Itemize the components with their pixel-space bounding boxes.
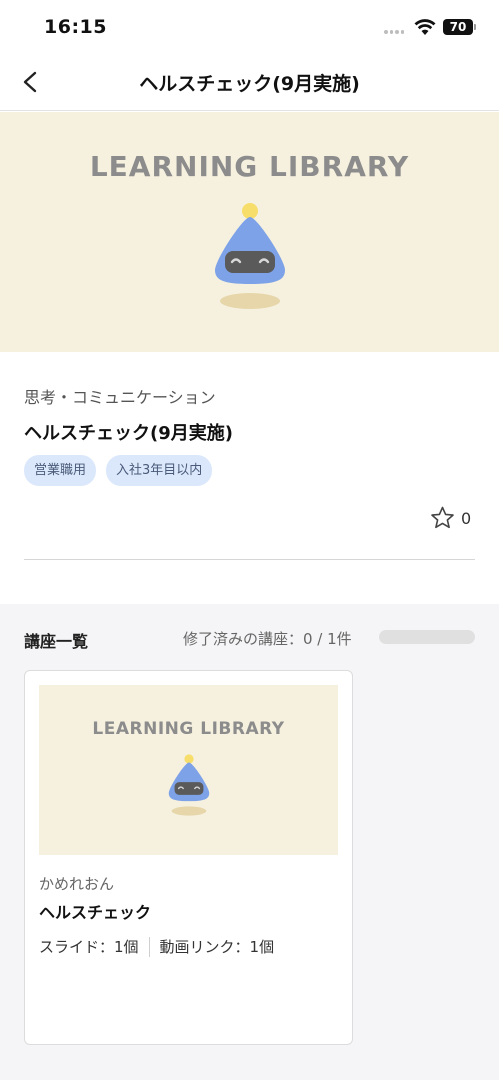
star-outline-icon[interactable] xyxy=(430,506,455,530)
course-card[interactable]: LEARNING LIBRARY かめれおん ヘルスチェック スライド：1個 動… xyxy=(24,670,353,1045)
hero-banner: LEARNING LIBRARY xyxy=(0,112,499,352)
favorite-button[interactable]: 0 xyxy=(430,506,471,530)
tag-list: 営業職用 入社3年目以内 xyxy=(24,455,213,486)
tag-badge: 営業職用 xyxy=(24,455,97,486)
page-title: ヘルスチェック(9月実施) xyxy=(139,73,360,95)
section-divider xyxy=(24,559,475,560)
cellular-signal-icon xyxy=(384,30,404,34)
course-meta: スライド：1個 動画リンク：1個 xyxy=(39,936,274,957)
course-title: ヘルスチェック xyxy=(39,903,152,922)
category-label: 思考・コミュニケーション xyxy=(24,388,216,407)
tag-badge: 入社3年目以内 xyxy=(106,455,213,486)
course-package-title: ヘルスチェック(9月実施) xyxy=(24,423,233,444)
battery-tip xyxy=(474,24,476,30)
mascot-illustration xyxy=(168,754,210,816)
course-list-heading: 講座一覧 xyxy=(24,632,89,651)
meta-separator xyxy=(148,936,150,957)
hero-brand-text: LEARNING LIBRARY xyxy=(89,150,410,183)
mascot-illustration xyxy=(215,203,285,309)
course-thumbnail: LEARNING LIBRARY xyxy=(39,685,338,855)
thumbnail-brand-text: LEARNING LIBRARY xyxy=(92,719,285,739)
slide-count: スライド：1個 xyxy=(39,938,139,956)
completion-progress-label: 修了済みの講座：0 / 1件 xyxy=(183,630,352,648)
status-time: 16:15 xyxy=(44,16,107,38)
status-bar: 16:15 70 xyxy=(0,0,499,54)
wifi-icon xyxy=(414,19,436,35)
favorite-count: 0 xyxy=(461,508,472,528)
course-list-section: 講座一覧 修了済みの講座：0 / 1件 LEARNING LIBRARY かめれ… xyxy=(0,604,499,1080)
completion-progress-bar xyxy=(379,630,475,644)
video-link-count: 動画リンク：1個 xyxy=(159,938,275,956)
course-author: かめれおん xyxy=(39,875,115,893)
battery-indicator: 70 xyxy=(443,19,473,35)
navigation-bar: ヘルスチェック(9月実施) xyxy=(0,54,499,111)
